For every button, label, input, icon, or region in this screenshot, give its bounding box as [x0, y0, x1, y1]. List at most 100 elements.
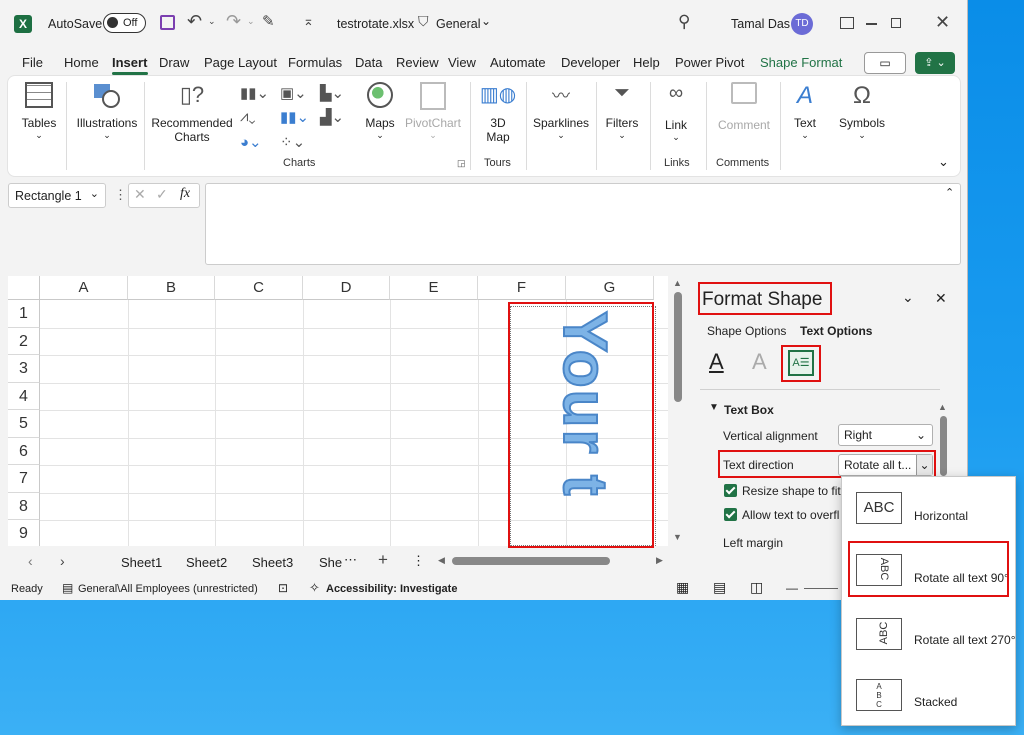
zoom-out-icon[interactable]: —	[786, 581, 798, 595]
column-header-e[interactable]: E	[390, 276, 478, 300]
maps-button[interactable]: Maps ⌄	[360, 82, 400, 141]
tab-help[interactable]: Help	[633, 55, 660, 70]
tab-shape-options[interactable]: Shape Options	[707, 324, 786, 338]
prev-sheet-icon[interactable]: ‹	[28, 553, 33, 569]
tab-data[interactable]: Data	[355, 55, 382, 70]
symbols-button[interactable]: Ω Symbols ⌄	[836, 82, 888, 141]
autosave-toggle[interactable]: Off	[103, 13, 146, 33]
tab-page-layout[interactable]: Page Layout	[204, 55, 277, 70]
waterfall-chart-icon[interactable]: ▙⌄	[320, 84, 344, 102]
menu-item-stacked[interactable]: A B C Stacked	[842, 673, 1015, 719]
select-all-corner[interactable]	[8, 276, 40, 300]
column-header-f[interactable]: F	[478, 276, 566, 300]
next-sheet-icon[interactable]: ›	[60, 553, 65, 569]
section-text-box[interactable]: Text Box	[724, 403, 774, 417]
recommended-charts-button[interactable]: ▯? Recommended Charts	[150, 82, 234, 144]
tab-file[interactable]: File	[22, 55, 43, 70]
format-painter-icon[interactable]: ✎	[262, 12, 275, 30]
formula-input[interactable]	[205, 183, 961, 265]
text-effects-icon[interactable]: A	[752, 349, 767, 375]
comments-button[interactable]: ▭	[864, 52, 906, 74]
text-fill-icon[interactable]: A	[709, 349, 724, 375]
statistic-chart-icon[interactable]: ▮▮⌄	[280, 108, 309, 126]
accessibility-status[interactable]: Accessibility: Investigate	[326, 583, 457, 595]
3d-map-button[interactable]: ▥◍ 3D Map	[476, 82, 520, 144]
pane-scroll-thumb[interactable]	[940, 416, 947, 476]
cell-mode-icon[interactable]: ⊡	[278, 581, 288, 595]
line-chart-icon[interactable]: ⩘⌄	[240, 108, 256, 125]
vertical-scrollbar[interactable]: ▲ ▼	[670, 276, 686, 546]
close-window-button[interactable]: ✕	[935, 12, 950, 33]
tab-shape-format[interactable]: Shape Format	[760, 55, 842, 70]
undo-icon[interactable]: ↶	[187, 11, 202, 32]
filters-button[interactable]: ⏷ Filters ⌄	[600, 82, 644, 141]
zoom-slider[interactable]	[804, 588, 838, 589]
cancel-icon[interactable]: ✕	[134, 186, 146, 203]
column-header-a[interactable]: A	[40, 276, 128, 300]
pivotchart-button[interactable]: PivotChart ⌄	[402, 82, 464, 141]
sheet-options-icon[interactable]: ⋮	[412, 553, 425, 569]
dialog-launcher-icon[interactable]: ◲	[457, 158, 466, 169]
save-icon[interactable]	[160, 15, 175, 30]
row-header-9[interactable]: 9	[8, 520, 40, 546]
pane-options-icon[interactable]: ⌄	[902, 289, 914, 306]
scroll-right-icon[interactable]: ▶	[656, 555, 663, 566]
minimize-button[interactable]	[866, 23, 877, 25]
text-direction-dropdown[interactable]: Rotate all t... ⌄	[838, 454, 933, 476]
row-header-1[interactable]: 1	[8, 300, 40, 328]
enter-icon[interactable]: ✓	[156, 186, 168, 203]
more-icon[interactable]: ⋮	[114, 187, 127, 203]
row-header-5[interactable]: 5	[8, 410, 40, 438]
customize-qat-icon[interactable]: ⌅	[303, 13, 314, 29]
tab-draw[interactable]: Draw	[159, 55, 189, 70]
sensitivity-status[interactable]: General\All Employees (unrestricted)	[78, 583, 258, 595]
link-button[interactable]: ∞ Link ⌄	[656, 82, 696, 143]
avatar[interactable]: TD	[791, 13, 813, 35]
normal-view-icon[interactable]: ▦	[676, 579, 689, 596]
row-header-2[interactable]: 2	[8, 328, 40, 355]
more-sheets-icon[interactable]: ⋯	[344, 552, 357, 568]
hierarchy-chart-icon[interactable]: ▣⌄	[280, 84, 307, 102]
menu-item-rotate-90[interactable]: ABC Rotate all text 90°	[842, 547, 1015, 593]
chevron-down-icon[interactable]: ⌄	[481, 14, 491, 28]
overflow-checkbox[interactable]	[724, 508, 737, 521]
sparklines-button[interactable]: 〰 Sparklines ⌄	[530, 82, 592, 141]
redo-icon[interactable]: ↷	[226, 11, 241, 32]
collapse-formula-icon[interactable]: ⌃	[945, 186, 954, 199]
text-button[interactable]: A Text ⌄	[784, 82, 826, 141]
scroll-up-icon[interactable]: ▲	[673, 278, 682, 288]
tab-developer[interactable]: Developer	[561, 55, 620, 70]
sheet-tab-3[interactable]: Sheet3	[252, 555, 293, 570]
row-header-8[interactable]: 8	[8, 493, 40, 520]
page-layout-icon[interactable]: ▤	[713, 579, 726, 596]
sheet-tab-4[interactable]: She	[319, 555, 342, 570]
tab-power-pivot[interactable]: Power Pivot	[675, 55, 744, 70]
scroll-thumb[interactable]	[674, 292, 682, 402]
add-sheet-icon[interactable]: +	[378, 550, 388, 570]
row-header-6[interactable]: 6	[8, 438, 40, 465]
vertical-alignment-dropdown[interactable]: Right ⌄	[838, 424, 933, 446]
combo-chart-icon[interactable]: ▟⌄	[320, 108, 344, 126]
page-break-icon[interactable]: ◫	[750, 579, 763, 596]
textbox-icon[interactable]: A☰	[788, 350, 814, 376]
row-header-3[interactable]: 3	[8, 355, 40, 383]
tables-button[interactable]: Tables ⌄	[18, 82, 60, 141]
horizontal-scrollbar[interactable]: ◀ ▶	[438, 555, 666, 566]
sensitivity-label[interactable]: General	[436, 17, 480, 31]
column-header-b[interactable]: B	[128, 276, 215, 300]
menu-item-horizontal[interactable]: ABC Horizontal	[842, 485, 1015, 531]
sheet-tab-1[interactable]: Sheet1	[121, 555, 162, 570]
pie-chart-icon[interactable]: ◕⌄	[240, 133, 262, 151]
column-header-g[interactable]: G	[566, 276, 654, 300]
h-scroll-thumb[interactable]	[452, 557, 610, 565]
scroll-left-icon[interactable]: ◀	[438, 555, 445, 566]
sheet-tab-2[interactable]: Sheet2	[186, 555, 227, 570]
ribbon-display-icon[interactable]	[840, 17, 854, 29]
tab-automate[interactable]: Automate	[490, 55, 546, 70]
tab-home[interactable]: Home	[64, 55, 99, 70]
maximize-button[interactable]	[891, 18, 901, 28]
scatter-chart-icon[interactable]: ⁘⌄	[280, 133, 305, 151]
spreadsheet-grid[interactable]: A B C D E F G 1 2 3 4 5 6 7 8 9 Your t	[8, 276, 668, 546]
row-header-4[interactable]: 4	[8, 383, 40, 410]
close-pane-icon[interactable]: ✕	[935, 290, 947, 307]
